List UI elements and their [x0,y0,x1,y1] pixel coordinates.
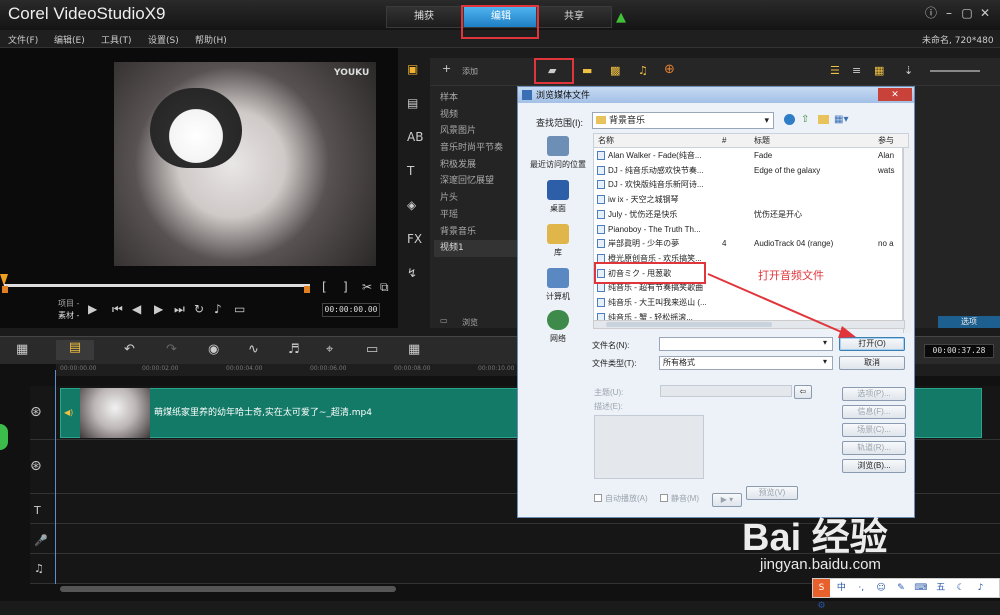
ime-keyboard-icon[interactable]: ⌨ [912,579,929,597]
ime-emoji-icon[interactable]: ☺ [873,579,890,597]
ime-punct-icon[interactable]: ·, [853,579,870,597]
baidu-watermark: Bai 经验 [742,517,888,559]
ime-skin-icon[interactable]: ☾ [952,579,969,597]
ime-sound-icon[interactable]: ♪ [972,579,989,597]
ime-toolbar: S 中 ·, ☺ ✎ ⌨ 五 ☾ ♪ ⚙ [812,578,1000,611]
ime-wubi-icon[interactable]: 五 [932,579,949,597]
ime-pen-icon[interactable]: ✎ [893,579,910,597]
ime-lang-icon[interactable]: 中 [833,579,850,597]
ime-settings-icon[interactable]: ⚙ [813,597,830,615]
baidu-url: jingyan.baidu.com [760,556,881,573]
ime-logo-icon[interactable]: S [813,579,830,597]
